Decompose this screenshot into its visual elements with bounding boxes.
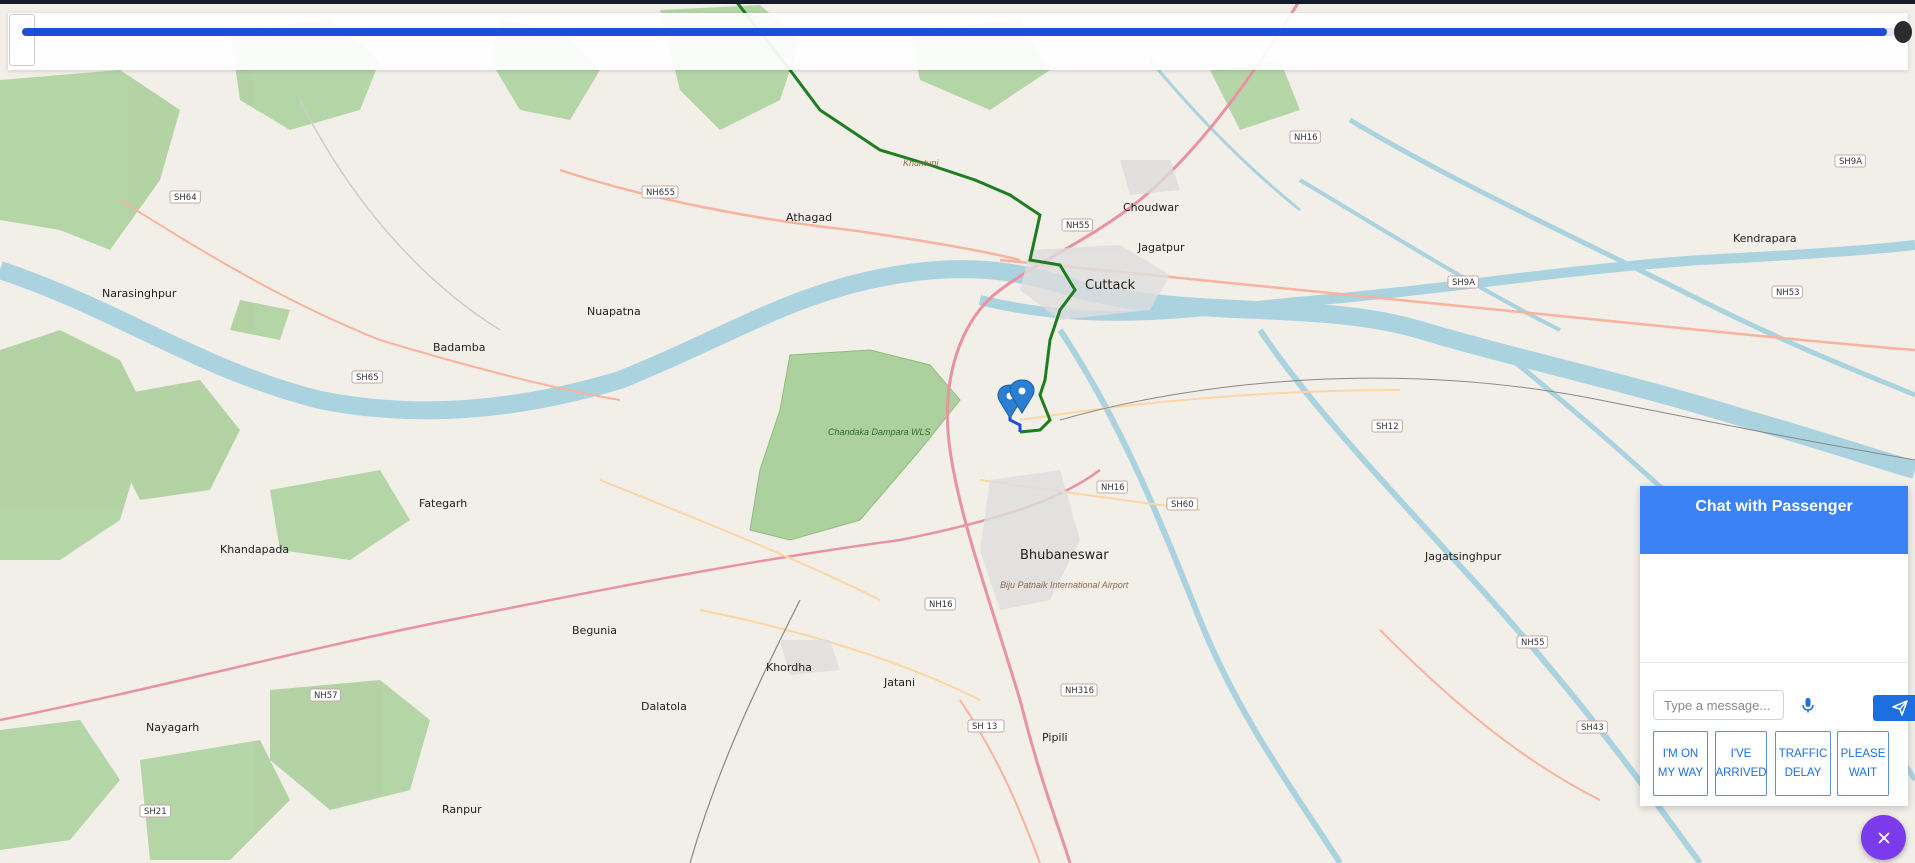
quick-reply-traffic-delay[interactable]: TRAFFIC DELAY	[1775, 731, 1831, 796]
svg-text:SH9A: SH9A	[1839, 157, 1862, 167]
close-chat-button[interactable]	[1861, 815, 1906, 860]
road-shield: SH43	[1576, 720, 1608, 734]
svg-text:NH16: NH16	[929, 600, 953, 610]
progress-bar	[22, 28, 1896, 36]
chat-header: Chat with Passenger	[1640, 486, 1908, 554]
road-shield: NH57	[309, 688, 341, 702]
road-shield: NH16	[924, 597, 956, 611]
road-shield: NH316	[1060, 683, 1098, 697]
progress-fill	[22, 28, 1887, 36]
label-narasinghpur: Narasinghpur	[102, 287, 177, 300]
svg-text:SH21: SH21	[144, 807, 167, 817]
svg-text:NH316: NH316	[1065, 686, 1094, 696]
label-badamba: Badamba	[433, 341, 485, 354]
label-choudwar: Choudwar	[1123, 201, 1179, 214]
progress-panel	[8, 13, 1908, 70]
label-begunia: Begunia	[572, 624, 617, 637]
label-athagad: Athagad	[786, 211, 832, 224]
chat-messages	[1640, 554, 1908, 663]
microphone-icon[interactable]	[1797, 694, 1819, 716]
svg-text:SH 13: SH 13	[972, 722, 997, 732]
label-airport: Biju Patnaik International Airport	[1000, 580, 1129, 590]
svg-text:SH43: SH43	[1581, 723, 1604, 733]
label-pipili: Pipili	[1042, 731, 1068, 744]
road-shield: SH 13	[967, 719, 1005, 733]
road-shield: NH53	[1771, 285, 1803, 299]
svg-text:NH53: NH53	[1776, 288, 1800, 298]
road-shield: SH65	[351, 370, 383, 384]
label-nayagarh: Nayagarh	[146, 721, 199, 734]
svg-text:SH9A: SH9A	[1452, 278, 1475, 288]
svg-text:NH55: NH55	[1521, 638, 1545, 648]
label-nuapatna: Nuapatna	[587, 305, 641, 318]
road-shield: SH64	[169, 190, 201, 204]
send-icon	[1891, 700, 1908, 716]
quick-reply-please-wait[interactable]: PLEASE WAIT	[1837, 731, 1889, 796]
label-chandaka: Chandaka Dampara WLS	[828, 427, 931, 437]
chat-panel: Chat with Passenger I'M ON MY WAY I'VE A…	[1640, 486, 1915, 806]
top-strip	[0, 0, 1915, 4]
road-shield: SH21	[139, 804, 171, 818]
send-button[interactable]	[1873, 695, 1915, 721]
chat-title: Chat with Passenger	[1695, 498, 1853, 515]
quick-reply-on-my-way[interactable]: I'M ON MY WAY	[1653, 731, 1708, 796]
message-input[interactable]	[1653, 690, 1784, 720]
label-jagatpur: Jagatpur	[1137, 241, 1185, 254]
svg-text:SH12: SH12	[1376, 422, 1399, 432]
label-khordha: Khordha	[766, 661, 812, 674]
svg-text:SH60: SH60	[1171, 500, 1194, 510]
road-shield: SH12	[1371, 419, 1403, 433]
label-khuntuni: Khuntuni	[903, 158, 940, 168]
road-shield: NH655	[641, 185, 679, 199]
svg-text:NH16: NH16	[1294, 133, 1318, 143]
svg-text:SH65: SH65	[356, 373, 379, 383]
svg-text:NH655: NH655	[646, 188, 675, 198]
map-canvas[interactable]: Cuttack Bhubaneswar Choudwar Jagatpur At…	[0, 0, 1915, 863]
quick-reply-arrived[interactable]: I'VE ARRIVED	[1715, 731, 1767, 796]
label-jagatsinghpur: Jagatsinghpur	[1424, 550, 1502, 563]
road-shield: NH16	[1096, 480, 1128, 494]
road-shield: SH60	[1166, 497, 1198, 511]
svg-text:NH16: NH16	[1101, 483, 1125, 493]
road-shield: SH9A	[1447, 275, 1479, 289]
svg-text:SH64: SH64	[174, 193, 197, 203]
label-fategarh: Fategarh	[419, 497, 467, 510]
svg-text:NH55: NH55	[1066, 221, 1090, 231]
road-shield: SH9A	[1834, 154, 1866, 168]
label-rampur: Ranpur	[442, 803, 482, 816]
label-khandapada: Khandapada	[220, 543, 289, 556]
label-kendrapara: Kendrapara	[1733, 232, 1797, 245]
road-shield: NH55	[1061, 218, 1093, 232]
road-shield: NH16	[1289, 130, 1321, 144]
close-icon	[1877, 831, 1890, 844]
label-dalatola: Dalatola	[641, 700, 687, 713]
road-shield: NH55	[1516, 635, 1548, 649]
label-cuttack: Cuttack	[1085, 278, 1136, 293]
label-jatani: Jatani	[883, 676, 915, 689]
svg-text:NH57: NH57	[314, 691, 338, 701]
label-bhubaneswar: Bhubaneswar	[1020, 548, 1109, 563]
zoom-control[interactable]	[9, 14, 35, 66]
progress-knob[interactable]	[1894, 21, 1912, 43]
